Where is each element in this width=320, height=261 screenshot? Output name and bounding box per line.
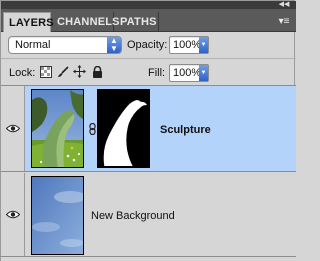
blend-mode-select[interactable]: Normal ▲ ▼ — [8, 36, 122, 54]
fill-field[interactable]: 100% ▼ — [169, 64, 209, 82]
panel-title-bar[interactable]: ◀◀ — [1, 1, 296, 9]
layers-list: Sculpture New Background — [1, 85, 296, 261]
layer-row-sculpture[interactable]: Sculpture — [1, 86, 296, 172]
fill-value: 100% — [173, 67, 202, 79]
fill-label: Fill: — [148, 67, 166, 79]
blend-row: Normal ▲ ▼ Opacity: 100% ▼ — [1, 32, 296, 58]
opacity-label: Opacity: — [127, 39, 168, 51]
layer-thumbnail[interactable] — [31, 89, 84, 168]
chevron-down-icon[interactable]: ▼ — [199, 37, 208, 53]
tab-channels[interactable]: CHANNELS — [52, 12, 120, 32]
layer-mask-thumbnail[interactable] — [97, 89, 150, 168]
lock-position-icon[interactable] — [73, 65, 86, 78]
opacity-value: 100% — [173, 39, 202, 51]
lock-image-pixels-icon[interactable] — [56, 65, 69, 78]
lock-transparent-pixels-icon[interactable] — [39, 65, 52, 78]
updown-arrows-icon: ▲ ▼ — [107, 37, 121, 53]
layer-name[interactable]: Sculpture — [160, 124, 211, 136]
tab-layers[interactable]: LAYERS — [3, 12, 54, 32]
lock-row: Lock: Fill: 100% ▼ — [1, 59, 296, 85]
layer-thumbnail[interactable] — [31, 176, 84, 255]
visibility-toggle[interactable] — [1, 86, 25, 171]
collapse-icon[interactable]: ◀◀ — [278, 1, 290, 9]
lock-label: Lock: — [9, 67, 36, 79]
tab-paths[interactable]: PATHS — [115, 12, 159, 32]
layers-panel: ◀◀ LAYERS CHANNELS PATHS ▾≡ Normal ▲ ▼ Op… — [0, 0, 296, 261]
layer-name[interactable]: New Background — [91, 210, 175, 222]
lock-all-icon[interactable] — [91, 65, 104, 78]
eye-icon[interactable] — [6, 124, 20, 133]
opacity-field[interactable]: 100% ▼ — [169, 36, 209, 54]
link-icon[interactable] — [89, 123, 96, 135]
eye-icon[interactable] — [6, 210, 20, 219]
panel-menu-icon[interactable]: ▾≡ — [276, 15, 292, 29]
layer-row-new-background[interactable]: New Background — [1, 173, 296, 257]
chevron-down-icon[interactable]: ▼ — [199, 65, 208, 81]
blend-mode-value: Normal — [15, 39, 51, 51]
visibility-toggle[interactable] — [1, 173, 25, 256]
panel-tab-bar: LAYERS CHANNELS PATHS ▾≡ — [1, 9, 296, 32]
